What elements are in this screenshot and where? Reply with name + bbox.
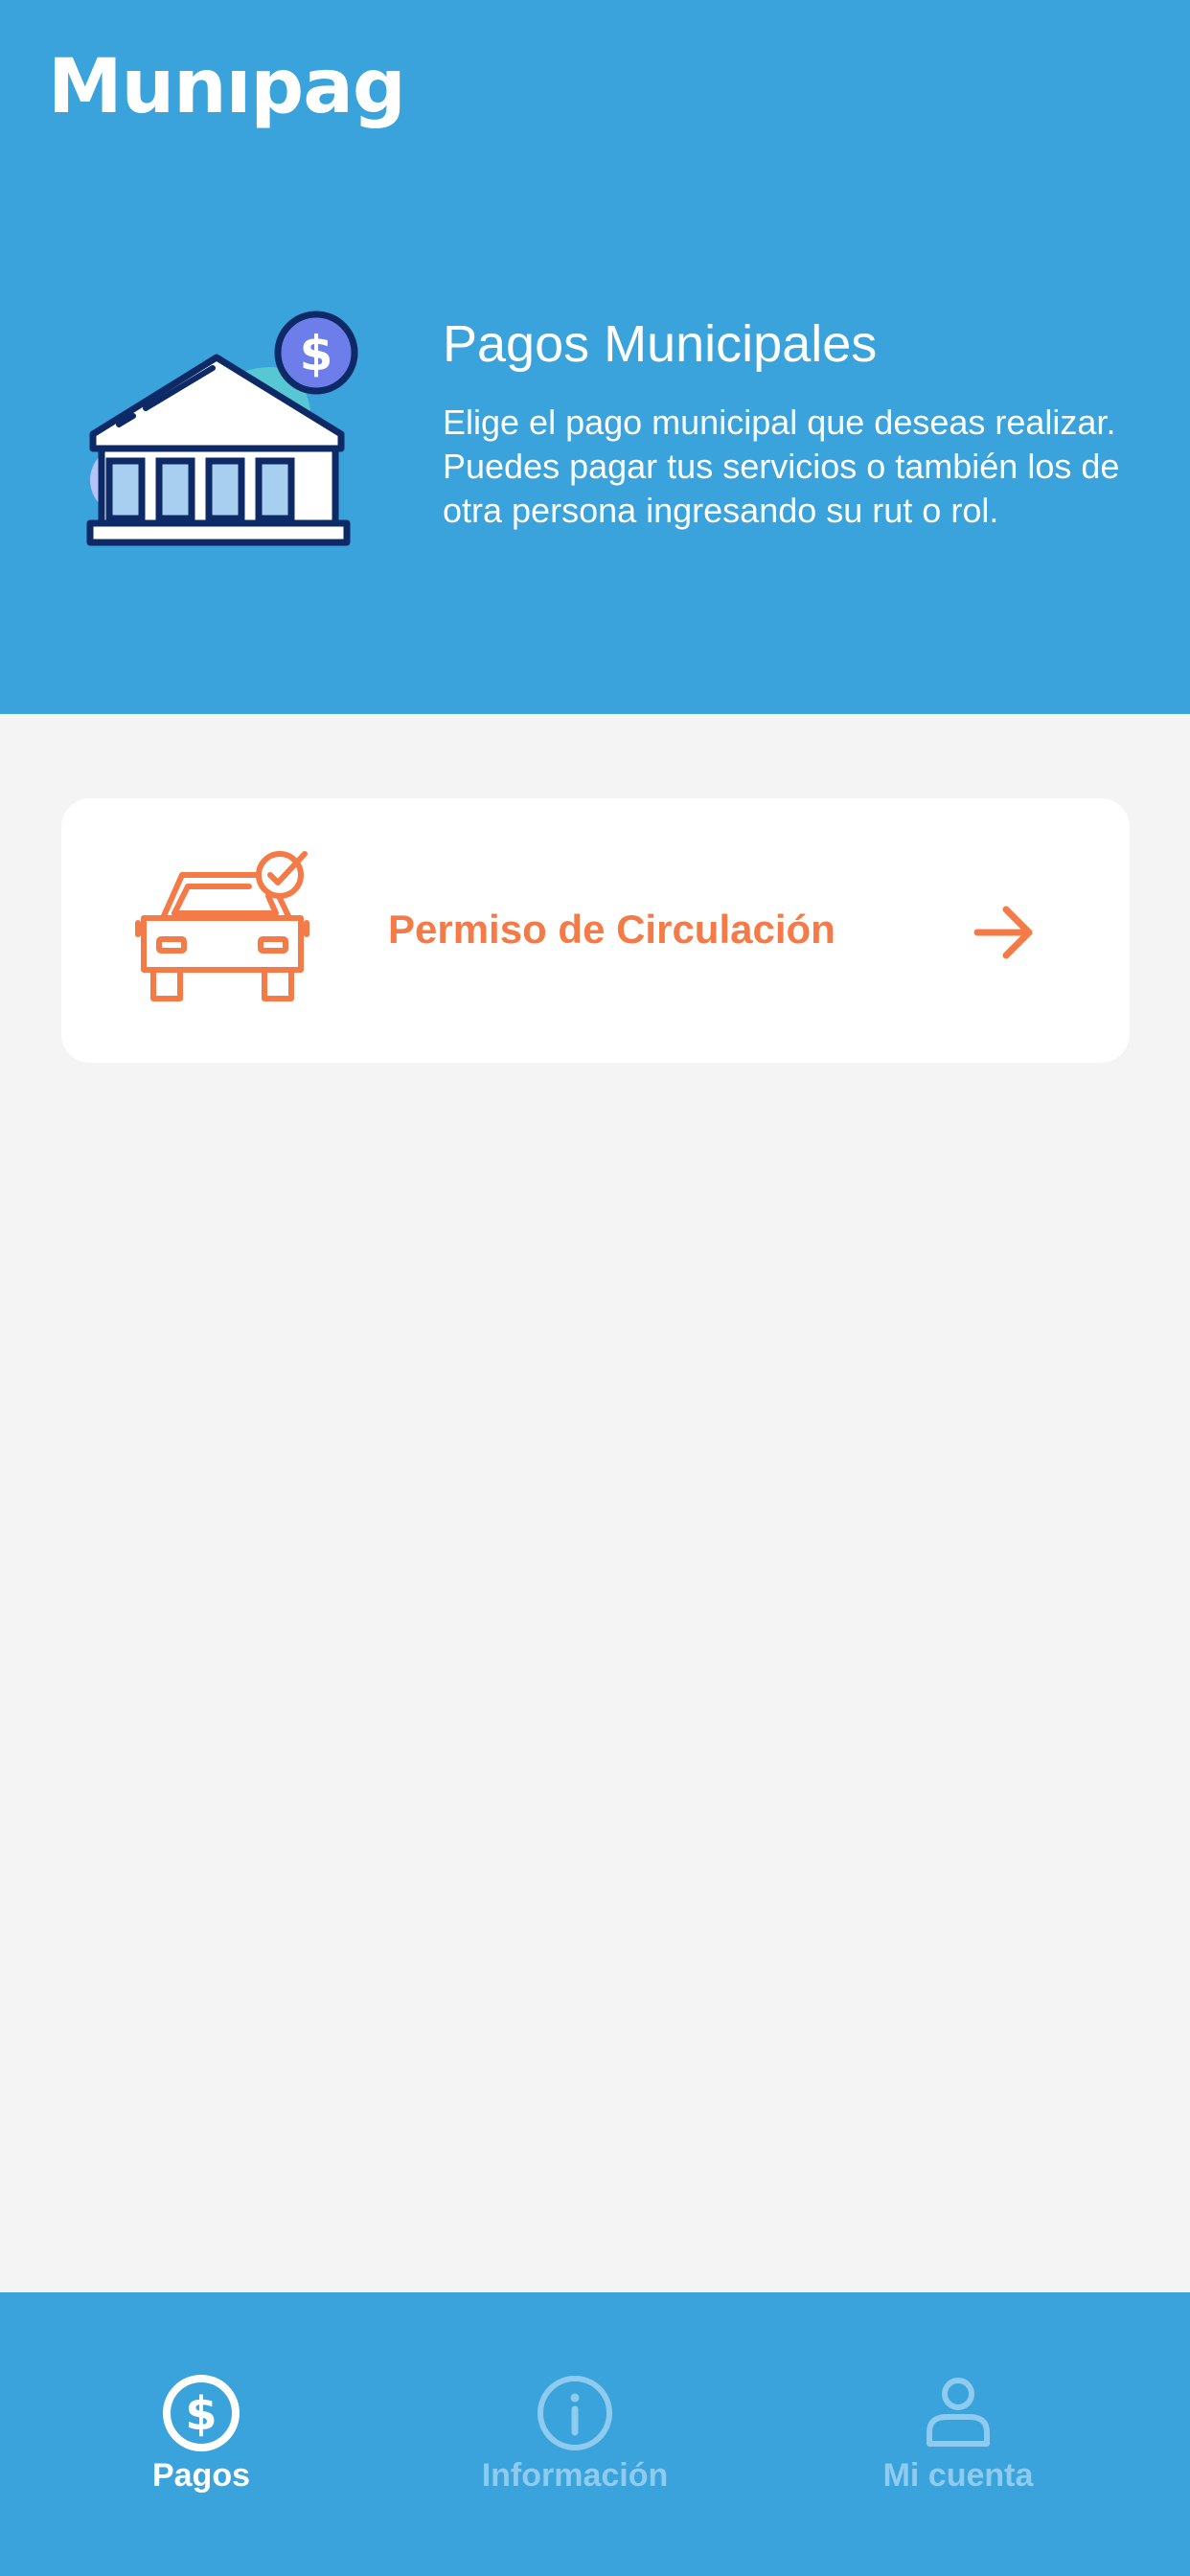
header: Munıpag $ Pagos Municipales Elige el pag…	[0, 0, 1190, 714]
payment-card-label: Permiso de Circulación	[388, 907, 835, 952]
nav-label-informacion: Información	[481, 2457, 669, 2494]
nav-item-informacion[interactable]: Información	[441, 2292, 709, 2576]
nav-label-mi-cuenta: Mi cuenta	[882, 2457, 1034, 2494]
hero-title: Pagos Municipales	[443, 315, 878, 373]
nav-label-pagos: Pagos	[151, 2457, 251, 2494]
svg-text:$: $	[185, 2387, 217, 2441]
bank-dollar-icon: $	[86, 310, 358, 546]
svg-text:$: $	[300, 326, 333, 381]
info-circle-icon	[538, 2376, 612, 2450]
car-check-icon	[135, 851, 309, 1001]
nav-item-mi-cuenta[interactable]: Mi cuenta	[843, 2292, 1073, 2576]
dollar-circle-icon: $	[163, 2375, 240, 2451]
app-title: Munıpag	[48, 44, 406, 130]
hero-description: Elige el pago municipal que deseas reali…	[443, 402, 1120, 530]
bottom-nav: $ Pagos Información Mi cuenta	[0, 2292, 1190, 2576]
nav-item-pagos[interactable]: $ Pagos	[105, 2292, 297, 2576]
user-icon	[927, 2378, 990, 2447]
payment-card-permiso-circulacion[interactable]: Permiso de Circulación	[61, 798, 1130, 1063]
arrow-right-icon	[973, 906, 1033, 959]
